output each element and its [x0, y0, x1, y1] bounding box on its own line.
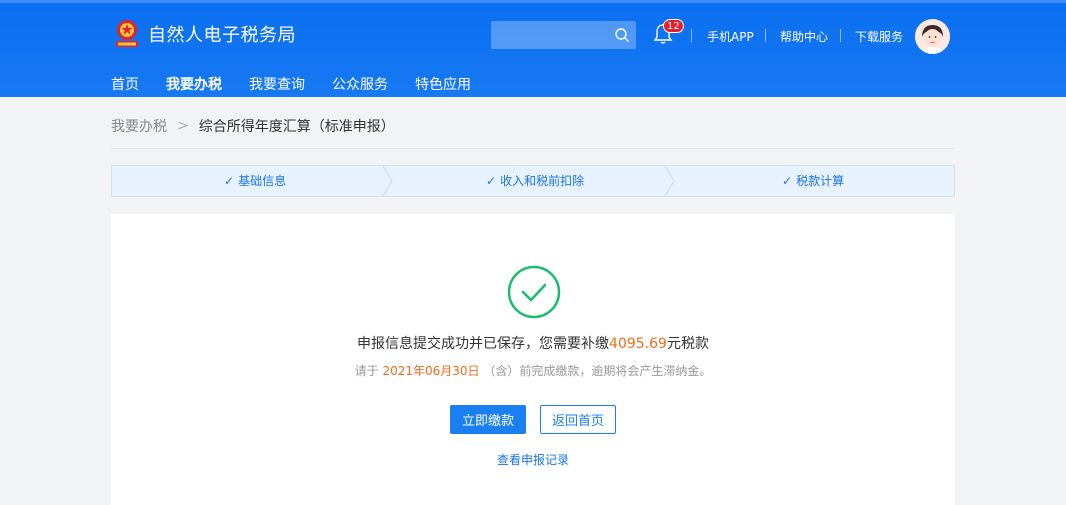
nav-item-home[interactable]: 首页 — [111, 74, 139, 94]
breadcrumb-parent[interactable]: 我要办税 — [111, 116, 167, 136]
pay-now-button[interactable]: 立即缴款 — [450, 405, 526, 434]
message-suffix: 元税款 — [666, 336, 709, 352]
progress-steps: ✓ 基础信息 ✓ 收入和税前扣除 ✓ 税款计算 — [111, 165, 955, 197]
message-prefix: 申报信息提交成功并已保存，您需要补缴 — [357, 336, 610, 352]
note-prefix: 请于 — [354, 364, 383, 378]
check-icon: ✓ — [486, 174, 497, 188]
view-records-link: 查看申报记录 — [0, 451, 1066, 468]
search-input[interactable] — [491, 21, 636, 49]
main-nav: 首页 我要办税 我要查询 公众服务 特色应用 — [111, 74, 498, 94]
avatar-image — [915, 19, 950, 54]
deadline-date: 2021年06月30日 — [382, 364, 480, 378]
divider — [765, 29, 766, 42]
breadcrumb-separator: > — [177, 118, 189, 134]
notification-badge: 12 — [663, 19, 684, 33]
brand[interactable]: 自然人电子税务局 — [112, 17, 296, 51]
step-tax-calculation[interactable]: ✓ 税款计算 — [782, 166, 844, 196]
tax-amount: 4095.69 — [609, 336, 667, 352]
nav-item-tax-handling[interactable]: 我要办税 — [166, 74, 222, 94]
help-center-link[interactable]: 帮助中心 — [780, 28, 828, 45]
mobile-app-link[interactable]: 手机APP — [707, 28, 754, 45]
step-label: 税款计算 — [796, 174, 845, 188]
step-basic-info[interactable]: ✓ 基础信息 — [224, 166, 286, 196]
breadcrumb: 我要办税 > 综合所得年度汇算（标准申报） — [111, 116, 395, 136]
step-label: 收入和税前扣除 — [500, 174, 585, 188]
deadline-note: 请于 2021年06月30日 （含）前完成缴款，逾期将会产生滞纳金。 — [0, 362, 1066, 379]
search-icon[interactable] — [614, 27, 630, 43]
view-records-text[interactable]: 查看申报记录 — [497, 453, 569, 467]
back-home-button[interactable]: 返回首页 — [540, 405, 616, 434]
breadcrumb-current: 综合所得年度汇算（标准申报） — [198, 119, 395, 135]
note-suffix: （含）前完成缴款，逾期将会产生滞纳金。 — [479, 364, 712, 378]
step-label: 基础信息 — [238, 174, 287, 188]
step-divider — [382, 166, 393, 196]
avatar[interactable] — [915, 19, 950, 54]
check-icon: ✓ — [224, 174, 235, 188]
result-message: 申报信息提交成功并已保存，您需要补缴4095.69元税款 — [0, 333, 1066, 353]
divider — [111, 148, 955, 149]
success-check-icon — [507, 265, 561, 319]
top-header: 自然人电子税务局 12 手机APP 帮助中心 下载服务 首页 我要办税 我要查询… — [0, 0, 1066, 97]
download-link[interactable]: 下载服务 — [855, 28, 903, 45]
nav-item-featured-apps[interactable]: 特色应用 — [415, 74, 471, 94]
check-icon: ✓ — [782, 174, 793, 188]
step-divider — [664, 166, 675, 196]
emblem-icon — [116, 20, 138, 47]
divider — [691, 29, 692, 42]
app-title: 自然人电子税务局 — [148, 25, 296, 46]
nav-item-public-service[interactable]: 公众服务 — [332, 74, 388, 94]
nav-item-query[interactable]: 我要查询 — [249, 74, 305, 94]
divider — [840, 29, 841, 42]
step-income-deductions[interactable]: ✓ 收入和税前扣除 — [486, 166, 584, 196]
